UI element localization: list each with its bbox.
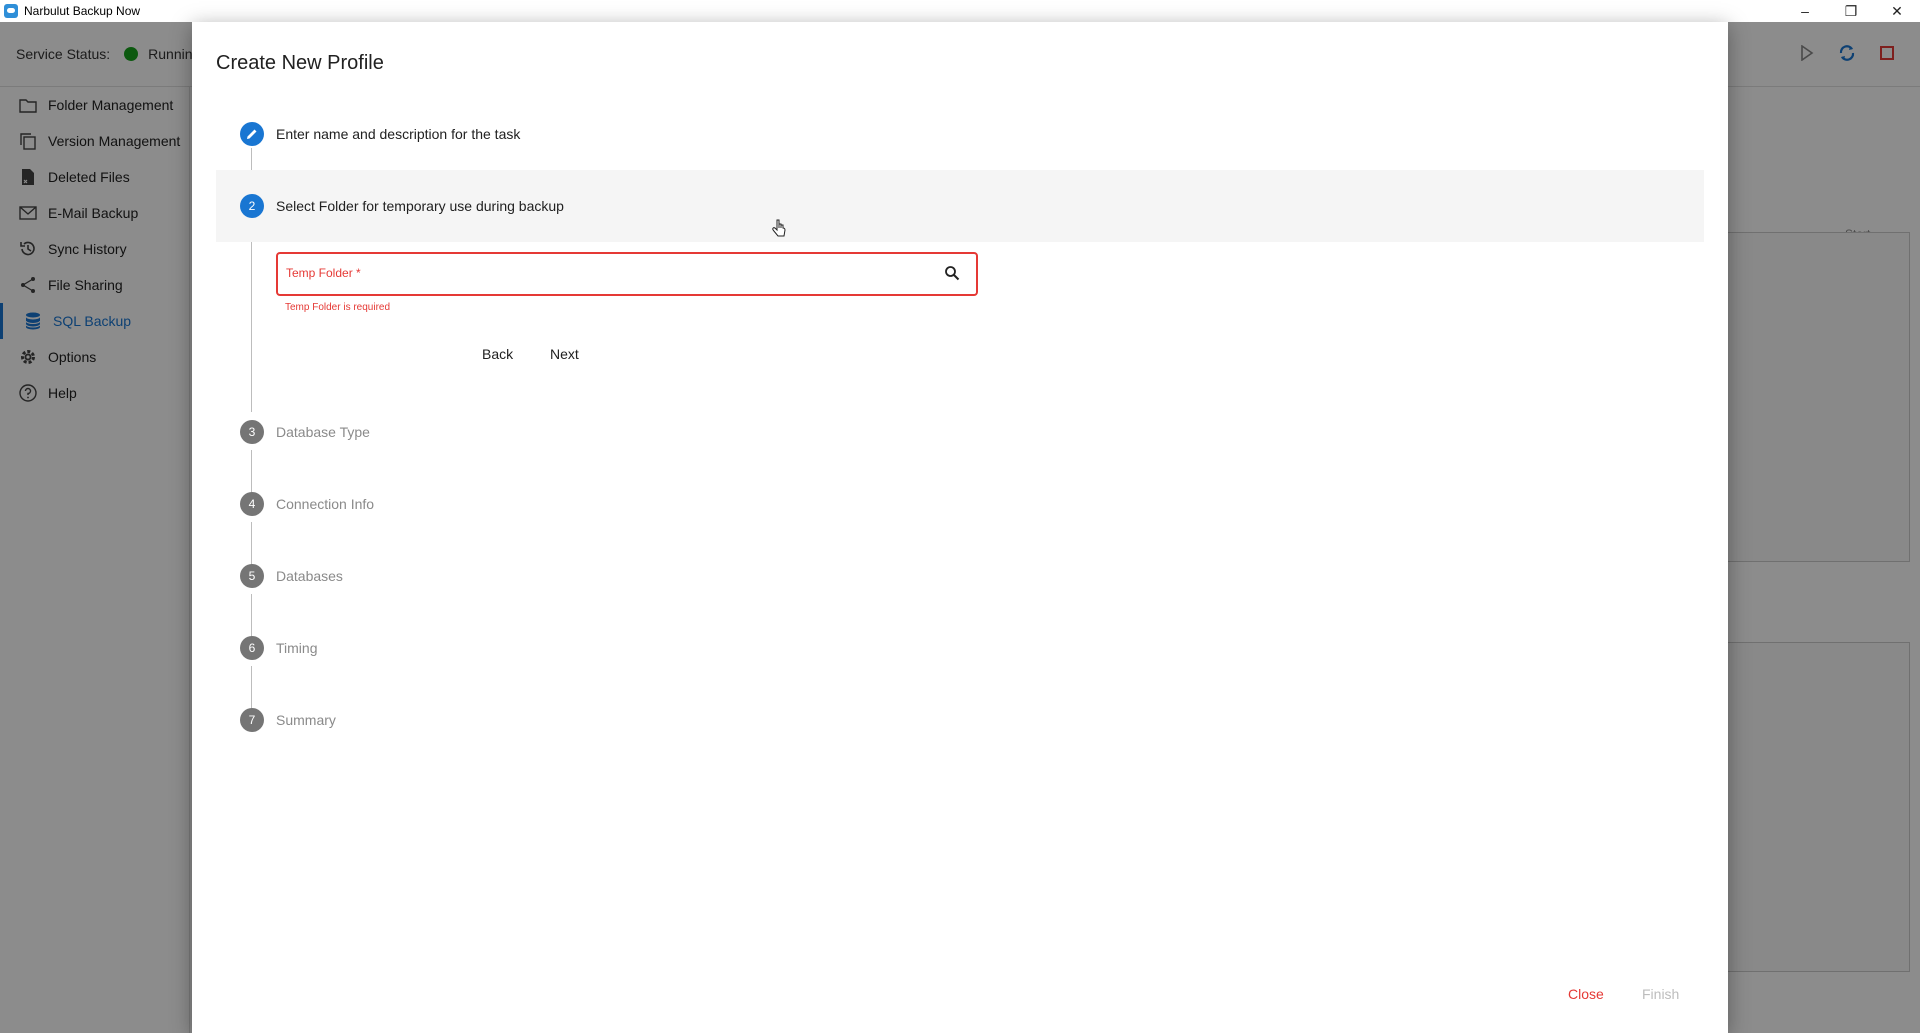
step-1[interactable]: Enter name and description for the task <box>216 98 1704 170</box>
step-label: Timing <box>276 640 318 656</box>
step-number: 7 <box>240 708 264 732</box>
next-button[interactable]: Next <box>536 340 593 368</box>
step-label: Summary <box>276 712 336 728</box>
app-logo-icon <box>4 4 18 18</box>
create-profile-dialog: Create New Profile Enter name and descri… <box>192 22 1728 1033</box>
close-button[interactable]: Close <box>1568 986 1604 1002</box>
window-title: Narbulut Backup Now <box>24 4 141 18</box>
step-4[interactable]: 4 Connection Info <box>216 468 1704 540</box>
search-icon[interactable] <box>944 265 962 283</box>
minimize-icon[interactable]: – <box>1782 0 1828 22</box>
step-5[interactable]: 5 Databases <box>216 540 1704 612</box>
step-7[interactable]: 7 Summary <box>216 684 1704 756</box>
step-label: Connection Info <box>276 496 375 512</box>
step-connector <box>251 228 252 412</box>
back-button[interactable]: Back <box>468 340 527 368</box>
step-label: Databases <box>276 568 343 584</box>
edit-icon <box>240 122 264 146</box>
dialog-title: Create New Profile <box>216 52 384 74</box>
step-6[interactable]: 6 Timing <box>216 612 1704 684</box>
step-label: Select Folder for temporary use during b… <box>276 198 564 214</box>
step-label: Enter name and description for the task <box>276 126 521 142</box>
window-controls: – ❐ ✕ <box>1782 0 1920 22</box>
step-label: Database Type <box>276 424 370 440</box>
title-bar: Narbulut Backup Now – ❐ ✕ <box>0 0 1920 22</box>
restore-icon[interactable]: ❐ <box>1828 0 1874 22</box>
step-number: 3 <box>240 420 264 444</box>
step-number: 5 <box>240 564 264 588</box>
step-number: 2 <box>240 194 264 218</box>
hand-cursor-icon <box>772 219 788 239</box>
close-window-icon[interactable]: ✕ <box>1874 0 1920 22</box>
step-number: 6 <box>240 636 264 660</box>
temp-folder-error: Temp Folder is required <box>285 302 391 313</box>
temp-folder-input[interactable] <box>286 254 926 294</box>
step-2[interactable]: 2 Select Folder for temporary use during… <box>216 170 1704 242</box>
step-3[interactable]: 3 Database Type <box>216 396 1704 468</box>
temp-folder-field[interactable]: Temp Folder * <box>276 252 978 296</box>
step-number: 4 <box>240 492 264 516</box>
finish-button[interactable]: Finish <box>1642 986 1679 1002</box>
